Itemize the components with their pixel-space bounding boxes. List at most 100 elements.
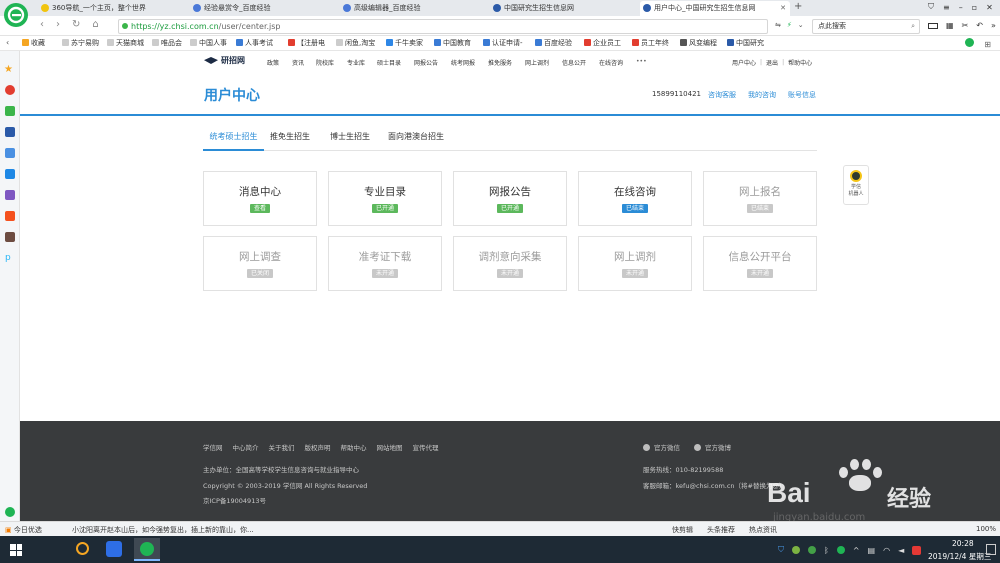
minimize-icon[interactable]: – bbox=[959, 3, 963, 12]
lightning-icon[interactable]: ⚡ bbox=[787, 21, 792, 29]
sogou-icon[interactable] bbox=[912, 545, 922, 555]
footer-link[interactable]: 学信网 bbox=[203, 442, 223, 452]
bookmark-item[interactable]: 认证申请- bbox=[483, 38, 523, 48]
tab-hk-macau-taiwan[interactable]: 面向港澳台招生 bbox=[388, 130, 444, 143]
game-icon[interactable] bbox=[5, 190, 15, 200]
new-tab-button[interactable]: + bbox=[794, 1, 802, 12]
footer-link[interactable]: 版权声明 bbox=[305, 442, 331, 452]
footer-icp[interactable]: 京ICP备19004913号 bbox=[203, 495, 266, 505]
game2-icon[interactable] bbox=[5, 211, 15, 221]
url-input[interactable]: https://yz.chsi.com.cn/user/center.jsp bbox=[118, 19, 768, 34]
card-admission-ticket[interactable]: 准考证下载 未开通 bbox=[328, 236, 442, 291]
more-icon[interactable]: » bbox=[991, 21, 996, 30]
network-icon[interactable]: ▤ bbox=[868, 546, 876, 555]
nav-adjust[interactable]: 网上调剂 bbox=[525, 58, 549, 67]
bookmark-item[interactable]: 天猫商城 bbox=[107, 38, 144, 48]
my-consult-link[interactable]: 我的咨询 bbox=[748, 90, 776, 100]
nav-consult[interactable]: 在线咨询 bbox=[599, 58, 623, 67]
bookmark-item[interactable]: 风变编程 bbox=[680, 38, 717, 48]
status-item[interactable]: 热点资讯 bbox=[749, 525, 777, 535]
nav-majors[interactable]: 专业库 bbox=[347, 58, 365, 67]
grid-icon[interactable]: ▦ bbox=[946, 21, 954, 30]
nav-exam-apply[interactable]: 统考网报 bbox=[451, 58, 475, 67]
search-input[interactable]: 点此搜索 ⌕ bbox=[812, 19, 920, 34]
browser-360-taskbar-icon[interactable] bbox=[134, 538, 160, 561]
bookmark-item[interactable]: 苏宁易购 bbox=[62, 38, 99, 48]
card-online-adjust[interactable]: 网上调剂 未开通 bbox=[578, 236, 692, 291]
grid-apps-icon[interactable]: ⊞ bbox=[984, 40, 991, 49]
home-icon[interactable]: ⌂ bbox=[92, 19, 98, 30]
browser-logo-icon[interactable] bbox=[4, 3, 28, 27]
footer-link[interactable]: 网站地图 bbox=[377, 442, 403, 452]
status-news[interactable]: 小沈阳离开赵本山后，如今强势复出，插上新的靠山，你... bbox=[72, 525, 254, 535]
close-window-icon[interactable]: ✕ bbox=[986, 3, 993, 12]
card-message-center[interactable]: 消息中心 查看 bbox=[203, 171, 317, 226]
card-major-catalog[interactable]: 专业目录 已开通 bbox=[328, 171, 442, 226]
document-icon[interactable] bbox=[5, 148, 15, 158]
search-icon[interactable]: ⌕ bbox=[911, 20, 915, 33]
bookmark-item[interactable]: 员工年终 bbox=[632, 38, 669, 48]
nav-disclosure[interactable]: 信息公开 bbox=[562, 58, 586, 67]
menu-icon[interactable]: ≡ bbox=[943, 3, 950, 12]
tab-360-nav[interactable]: 360导航_一个主页，整个世界 bbox=[38, 1, 188, 16]
card-online-consult[interactable]: 在线咨询 已结束 bbox=[578, 171, 692, 226]
skin-icon[interactable]: ⛉ bbox=[928, 2, 934, 12]
bookmark-item[interactable]: 中国研究 bbox=[727, 38, 764, 48]
bookmark-item[interactable]: 【注册电 bbox=[288, 38, 325, 48]
tab-user-center[interactable]: 用户中心_中国研究生招生信息网 ✕ bbox=[640, 1, 790, 16]
tab-recommend-students[interactable]: 推免生招生 bbox=[270, 130, 310, 143]
status-item[interactable]: 头条推荐 bbox=[707, 525, 735, 535]
clock-date[interactable]: 2019/12/4 星期三 bbox=[928, 551, 991, 562]
bookmark-item[interactable]: 收藏 bbox=[22, 38, 45, 48]
undo-icon[interactable]: ↶ bbox=[976, 21, 983, 30]
forward-icon[interactable]: › bbox=[56, 19, 60, 30]
site-logo[interactable]: 研招网 bbox=[204, 55, 245, 66]
bookmark-item[interactable]: 闲鱼,淘宝 bbox=[336, 38, 375, 48]
bluetooth-icon[interactable]: ᛒ bbox=[824, 546, 829, 555]
account-info-link[interactable]: 账号信息 bbox=[788, 90, 816, 100]
bookmark-item[interactable]: 企业员工 bbox=[584, 38, 621, 48]
footer-link[interactable]: 关于我们 bbox=[269, 442, 295, 452]
scissors-icon[interactable]: ✂ bbox=[962, 21, 969, 30]
bookmark-item[interactable]: 百度经验 bbox=[535, 38, 572, 48]
mail-icon[interactable] bbox=[5, 106, 15, 116]
notification-icon[interactable] bbox=[986, 544, 996, 555]
maximize-icon[interactable]: ▫ bbox=[972, 3, 977, 12]
card-info-disclosure[interactable]: 信息公开平台 未开通 bbox=[703, 236, 817, 291]
tray-icon[interactable] bbox=[808, 546, 816, 554]
tab-unified-master[interactable]: 统考硕士招生 bbox=[203, 130, 264, 151]
sidebar-toggle-icon[interactable]: ‹ bbox=[6, 38, 9, 47]
search-taskbar-icon[interactable] bbox=[76, 542, 89, 555]
bookmark-item[interactable]: 中国人事 bbox=[190, 38, 227, 48]
footer-link[interactable]: 宣传代理 bbox=[413, 442, 439, 452]
app-icon[interactable]: p bbox=[5, 253, 15, 263]
tray-icon[interactable] bbox=[836, 546, 845, 554]
consult-service-link[interactable]: 咨询客服 bbox=[708, 90, 736, 100]
share-icon[interactable]: ⇋ bbox=[775, 21, 781, 29]
game3-icon[interactable] bbox=[5, 232, 15, 242]
zoom-level[interactable]: 100% bbox=[976, 525, 996, 533]
news-icon[interactable] bbox=[5, 127, 15, 137]
assistant-icon[interactable] bbox=[5, 507, 15, 517]
nav-schools[interactable]: 院校库 bbox=[316, 58, 334, 67]
bookmark-item[interactable]: 中国教育 bbox=[434, 38, 471, 48]
nav-recommend[interactable]: 推免服务 bbox=[488, 58, 512, 67]
bookmark-item[interactable]: 千牛卖家 bbox=[386, 38, 423, 48]
link-logout[interactable]: 退出 bbox=[766, 58, 778, 67]
bookmark-item[interactable]: 唯品会 bbox=[152, 38, 182, 48]
nav-catalog[interactable]: 硕士目录 bbox=[377, 58, 401, 67]
tab-jingyan-editor[interactable]: 高级编辑器_百度经验 bbox=[340, 1, 490, 16]
robot-widget[interactable]: 学信 机器人 bbox=[843, 165, 869, 205]
weibo-icon[interactable] bbox=[5, 85, 15, 95]
favorites-star-icon[interactable]: ★ bbox=[4, 64, 14, 75]
tray-icon[interactable] bbox=[792, 546, 800, 554]
nav-news[interactable]: 资讯 bbox=[292, 58, 304, 67]
wps-icon[interactable] bbox=[106, 541, 122, 557]
weibo-link[interactable]: 官方微博 bbox=[705, 442, 731, 452]
green-shield-icon[interactable] bbox=[965, 38, 974, 47]
card-apply-notice[interactable]: 网报公告 已开通 bbox=[453, 171, 567, 226]
nav-notice[interactable]: 网报公告 bbox=[414, 58, 438, 67]
card-online-registration[interactable]: 网上报名 已结束 bbox=[703, 171, 817, 226]
windows-start-icon[interactable] bbox=[10, 544, 22, 556]
footer-link[interactable]: 帮助中心 bbox=[341, 442, 367, 452]
